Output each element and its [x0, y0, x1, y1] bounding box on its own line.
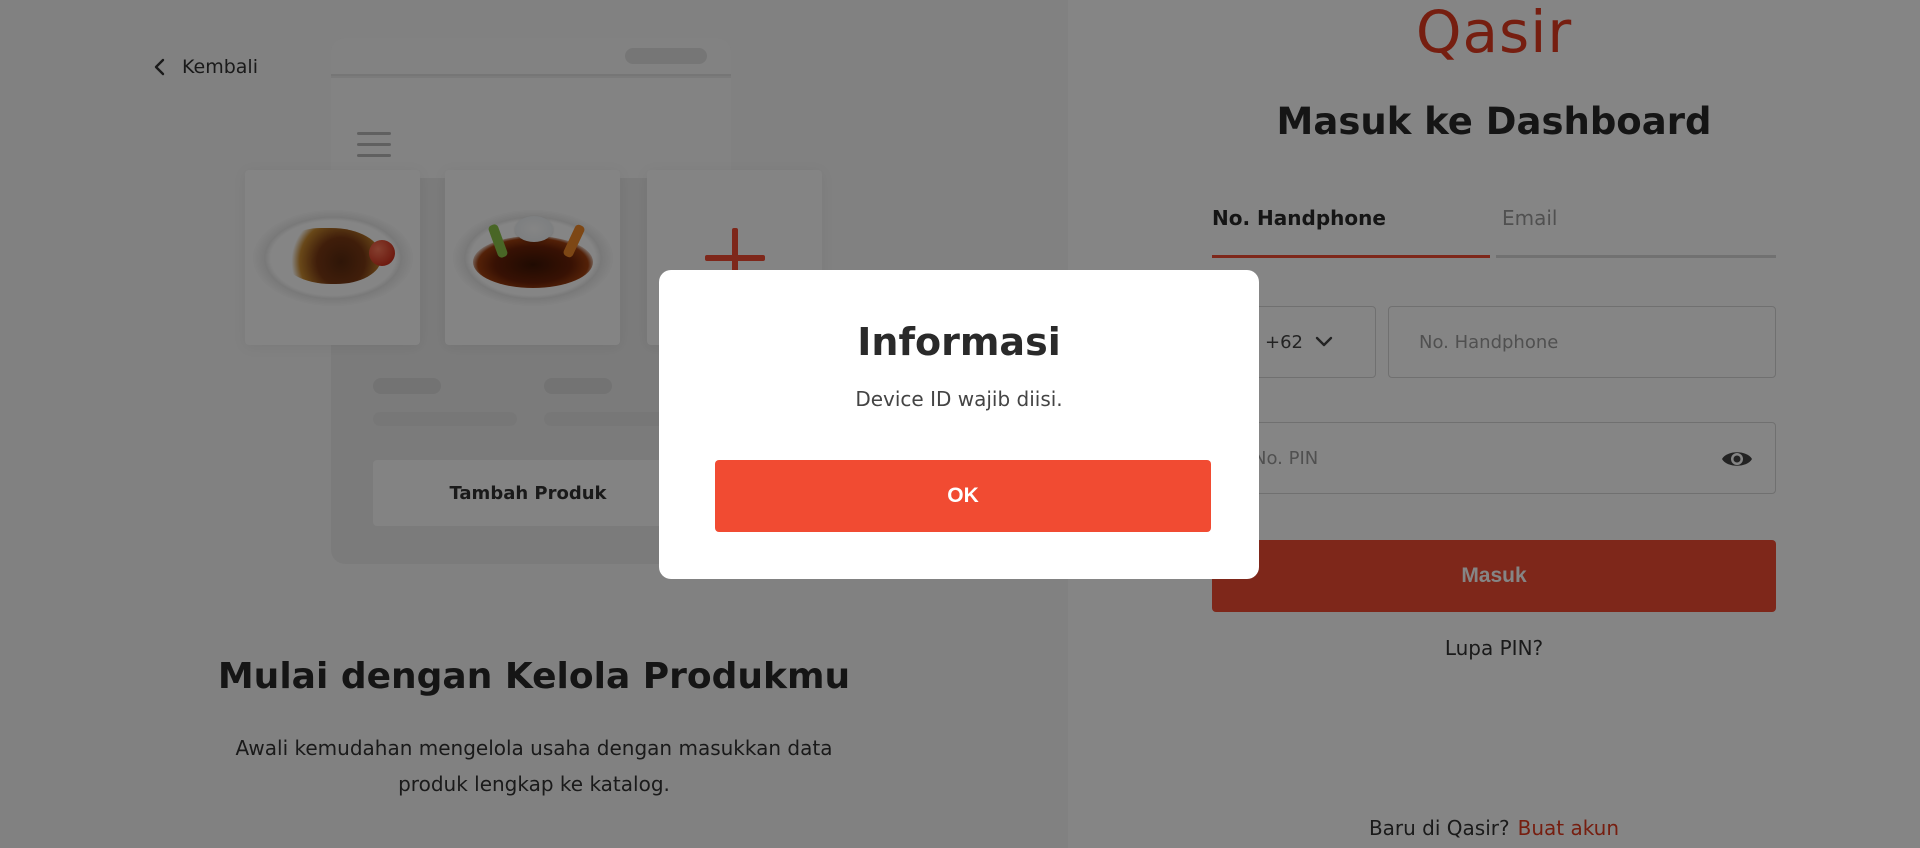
info-dialog: Informasi Device ID wajib diisi. OK: [659, 270, 1259, 579]
ok-button[interactable]: OK: [715, 460, 1211, 532]
dialog-title: Informasi: [857, 320, 1061, 364]
dialog-message: Device ID wajib diisi.: [855, 387, 1063, 411]
